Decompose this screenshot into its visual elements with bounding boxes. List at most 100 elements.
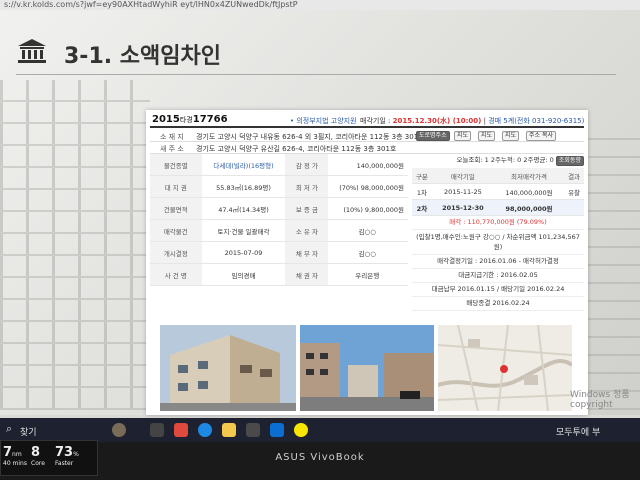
table-row: 개시결정 2015-07-09 채 무 자 김○○ [150,241,408,264]
bid-history-table: 구분 매각기일 최저매각가격 결과 1차 2015-11-25 140,000,… [412,168,584,216]
property-info-table: 물건종별 다세대(빌라)(16평형) 감 정 가 140,000,000원 대 … [150,154,408,286]
location-row: 소 재 지 경기도 고양시 덕양구 내유동 626-4 외 3필지, 코리아타운… [150,130,584,142]
taskbar-search[interactable]: 찾기 [20,425,37,438]
courthouse-icon [18,39,46,63]
photo-strip [160,325,572,411]
sale-approval: 매각결정기일 : 2016.01.06 - 매각허가결정 [412,255,584,269]
location-map[interactable] [438,325,572,411]
sale-label: 매각기일 : [360,117,391,125]
info-key: 개시결정 [150,241,202,264]
table-row: 물건종별 다세대(빌라)(16평형) 감 정 가 140,000,000원 [150,154,408,176]
info-value: 2015-07-09 [201,241,286,264]
map-button-1[interactable]: 지도 [454,131,472,141]
avatar-icon[interactable] [112,423,126,437]
building-photo-2[interactable] [300,325,434,411]
building-background-right [580,130,640,410]
copy-address-button[interactable]: 주소 복사 [526,131,556,141]
bid-result: 유찰 [564,183,584,200]
table-row: 2차 2015-12-30 98,000,000원 [412,199,584,216]
bid-price: 140,000,000원 [493,183,565,200]
new-address-row: 새 주 소 경기도 고양시 덕양구 유산길 626-4, 코리아타운 112동 … [150,142,584,154]
info-value: 김○○ [328,219,408,242]
building-background [0,80,150,410]
bid-date: 2015-11-25 [431,183,494,200]
info-value: 55.83㎡(16.89평) [201,175,286,198]
metric-value: 7 [3,445,13,460]
info-value: 임의경매 [201,263,286,286]
taskbar: ⌕ 찾기 모두투에 부 [0,418,640,442]
info-key: 소 유 자 [285,219,329,242]
column-header: 구분 [412,168,432,184]
map-button-2[interactable]: 지도 [478,131,496,141]
info-key: 채 무 자 [285,241,329,264]
metric-sub: 40 mins [3,460,27,467]
case-num: 17766 [192,114,228,125]
address-bar[interactable]: s://v.kr.kolds.com/s?jwf=ey90AXHtadWyhiR… [0,0,640,10]
task-view-icon[interactable] [150,423,164,437]
info-value: (10%) 9,800,000원 [328,197,408,220]
title-divider [16,74,616,75]
info-key: 대 지 권 [150,175,202,198]
performance-widget: 7nm 40 mins 8 Core 73% Faster [0,440,98,476]
info-value: (70%) 98,000,000원 [328,175,408,198]
info-key: 물건종별 [150,154,202,176]
info-value: 우리은행 [328,263,408,286]
court-name[interactable]: 의정부지법 고양지원 [296,117,356,125]
metric-sub: Faster [55,460,74,467]
info-value: 다세대(빌라)(16평형) [201,154,286,176]
info-key: 사 건 명 [150,263,202,286]
view-trend-button[interactable]: 조회동향 [555,156,584,166]
edge-icon[interactable] [198,423,212,437]
metric-value: 8 [31,445,41,460]
bid-round: 1차 [412,183,432,200]
road-address-button[interactable]: 도로명주소 [416,131,450,141]
metric-value: 73 [55,445,74,460]
ime-indicator[interactable]: 모두투에 부 [556,425,600,438]
watermark-line-2: copyright [570,400,613,410]
table-row: 건물면적 47.4㎡(14.34평) 보 증 금 (10%) 9,800,000… [150,197,408,220]
store-icon[interactable] [246,423,260,437]
info-key: 매각물건 [150,219,202,242]
building-photo-1[interactable] [160,325,296,411]
table-row: 1차 2015-11-25 140,000,000원 유찰 [412,183,584,200]
kakaotalk-icon[interactable] [294,423,308,437]
map-button-3[interactable]: 지도 [502,131,520,141]
court-dept: 경매 5계(전화 031-920-6315) [488,117,585,125]
column-header: 결과 [564,168,584,184]
table-row: 대 지 권 55.83㎡(16.89평) 최 저 가 (70%) 98,000,… [150,175,408,198]
case-number: 2015타경17766 [152,114,228,125]
info-key: 최 저 가 [285,175,329,198]
info-key: 보 증 금 [285,197,329,220]
watermark-line-1: Windows 정품 [570,390,630,400]
table-row: 사 건 명 임의경매 채 권 자 우리은행 [150,263,408,286]
app-icon[interactable] [174,423,188,437]
info-value: 47.4㎡(14.34평) [201,197,286,220]
search-icon[interactable]: ⌕ [6,422,20,436]
location-value: 경기도 고양시 덕양구 내유동 626-4 외 3필지, 코리아타운 112동 … [196,133,425,141]
sale-result: 매각 : 110,770,000원 (79.09%) [412,216,584,230]
folder-icon[interactable] [222,423,236,437]
view-stats: 오늘조회: 1 2주누적: 0 2주평균: 0 조회동향 [412,154,584,166]
table-header-row: 구분 매각기일 최저매각가격 결과 [412,168,584,184]
new-address-label: 새 주 소 [160,145,184,153]
info-value: 140,000,000원 [328,154,408,176]
info-key: 채 권 자 [285,263,329,286]
info-value: 토지·건물 일괄매각 [201,219,286,242]
bid-round: 2차 [412,199,432,216]
case-year: 2015 [152,114,180,125]
auction-card: 2015타경17766 • 의정부지법 고양지원 매각기일 : 2015.12.… [146,110,588,415]
info-value: 김○○ [328,241,408,264]
view-stats-text: 오늘조회: 1 2주누적: 0 2주평균: 0 [456,156,554,164]
outlook-icon[interactable] [270,423,284,437]
sale-info: 매각기일 : 2015.12.30(水) (10:00) | 경매 5계(전화 … [360,117,585,125]
windows-watermark: Windows 정품 copyright [570,390,630,410]
slide-title: 3-1. 소액임차인 [64,44,221,69]
case-header: 2015타경17766 • 의정부지법 고양지원 매각기일 : 2015.12.… [150,114,584,128]
bid-result [564,199,584,216]
column-header: 매각기일 [431,168,494,184]
bid-price: 98,000,000원 [493,199,565,216]
court-link[interactable]: • 의정부지법 고양지원 [290,116,357,126]
bid-date: 2015-12-30 [431,199,494,216]
dividend-closed: 배당종결 2016.02.24 [412,297,584,311]
slide: 3-1. 소액임차인 2015타경17766 • 의정부지법 고양지원 매각기일… [0,10,640,415]
